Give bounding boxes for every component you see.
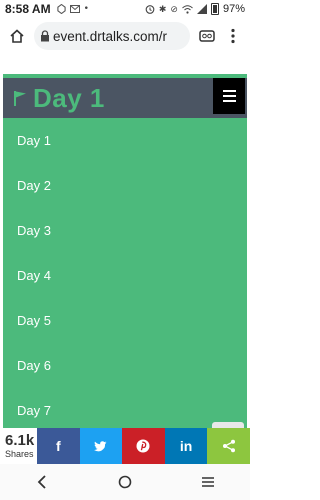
system-nav-bar	[0, 464, 250, 500]
url-bar[interactable]: event.drtalks.com/r	[34, 22, 190, 50]
flag-icon	[14, 91, 26, 106]
share-count-number: 6.1k	[5, 431, 35, 449]
battery-icon	[210, 3, 219, 15]
menu-item-day-2[interactable]: Day 2	[3, 163, 247, 208]
hamburger-icon-line	[222, 90, 236, 92]
mail-icon	[69, 5, 80, 13]
more-notifications-icon: •	[83, 4, 89, 14]
recents-button[interactable]	[188, 467, 228, 497]
more-share-button[interactable]	[207, 428, 250, 464]
wifi-icon	[182, 4, 193, 14]
status-right: ✱ ⊘ 97%	[145, 3, 245, 15]
home-icon	[10, 29, 24, 43]
menu-item-day-1[interactable]: Day 1	[3, 118, 247, 163]
location-icon	[56, 4, 66, 14]
share-count-label: Shares	[5, 448, 34, 459]
pinterest-icon	[136, 439, 150, 453]
twitter-icon	[94, 440, 107, 451]
notification-icons: •	[56, 4, 89, 14]
back-icon	[37, 475, 46, 489]
menu-item-day-5[interactable]: Day 5	[3, 298, 247, 343]
facebook-share-button[interactable]: f	[37, 428, 80, 464]
bluetooth-icon: ✱	[158, 3, 167, 14]
home-button[interactable]	[4, 23, 30, 49]
signal-icon	[196, 4, 207, 14]
menu-item-day-4[interactable]: Day 4	[3, 253, 247, 298]
status-bar: 8:58 AM • ✱ ⊘ 97%	[0, 0, 250, 18]
browser-toolbar: event.drtalks.com/r	[0, 18, 250, 54]
recents-icon	[202, 477, 215, 487]
facebook-icon: f	[55, 438, 61, 454]
mute-icon: ⊘	[170, 3, 178, 14]
lock-icon	[41, 30, 49, 42]
day-menu-list: Day 1 Day 2 Day 3 Day 4 Day 5 Day 6 Day …	[3, 118, 247, 428]
linkedin-share-button[interactable]: in	[164, 428, 208, 464]
share-count: 6.1k Shares	[0, 428, 37, 464]
page-content: Day 1 Day 1 Day 2 Day 3 Day 4 Day 5 Day …	[0, 54, 250, 428]
hamburger-icon-line	[222, 100, 236, 102]
overflow-menu-button[interactable]	[220, 23, 246, 49]
page-title: Day 1	[33, 82, 105, 113]
home-circle-icon	[118, 475, 132, 489]
share-bar: 6.1k Shares f in	[0, 428, 250, 464]
battery-level: 97%	[222, 3, 245, 15]
alarm-icon	[145, 5, 155, 14]
reader-mode-button[interactable]	[194, 23, 220, 49]
page-header: Day 1	[3, 78, 247, 118]
reader-mode-icon	[199, 30, 215, 42]
home-nav-button[interactable]	[105, 467, 145, 497]
menu-item-day-6[interactable]: Day 6	[3, 343, 247, 388]
more-vert-icon	[231, 28, 235, 44]
linkedin-icon: in	[179, 438, 193, 454]
back-button[interactable]	[22, 467, 62, 497]
twitter-share-button[interactable]	[79, 428, 123, 464]
hamburger-menu-button[interactable]	[213, 78, 245, 114]
pinterest-share-button[interactable]	[122, 428, 165, 464]
status-time: 8:58 AM	[5, 2, 51, 16]
share-icon	[222, 439, 235, 453]
url-text: event.drtalks.com/r	[53, 28, 168, 44]
hamburger-icon-line	[222, 95, 236, 97]
menu-item-day-7[interactable]: Day 7	[3, 388, 247, 428]
menu-item-day-3[interactable]: Day 3	[3, 208, 247, 253]
